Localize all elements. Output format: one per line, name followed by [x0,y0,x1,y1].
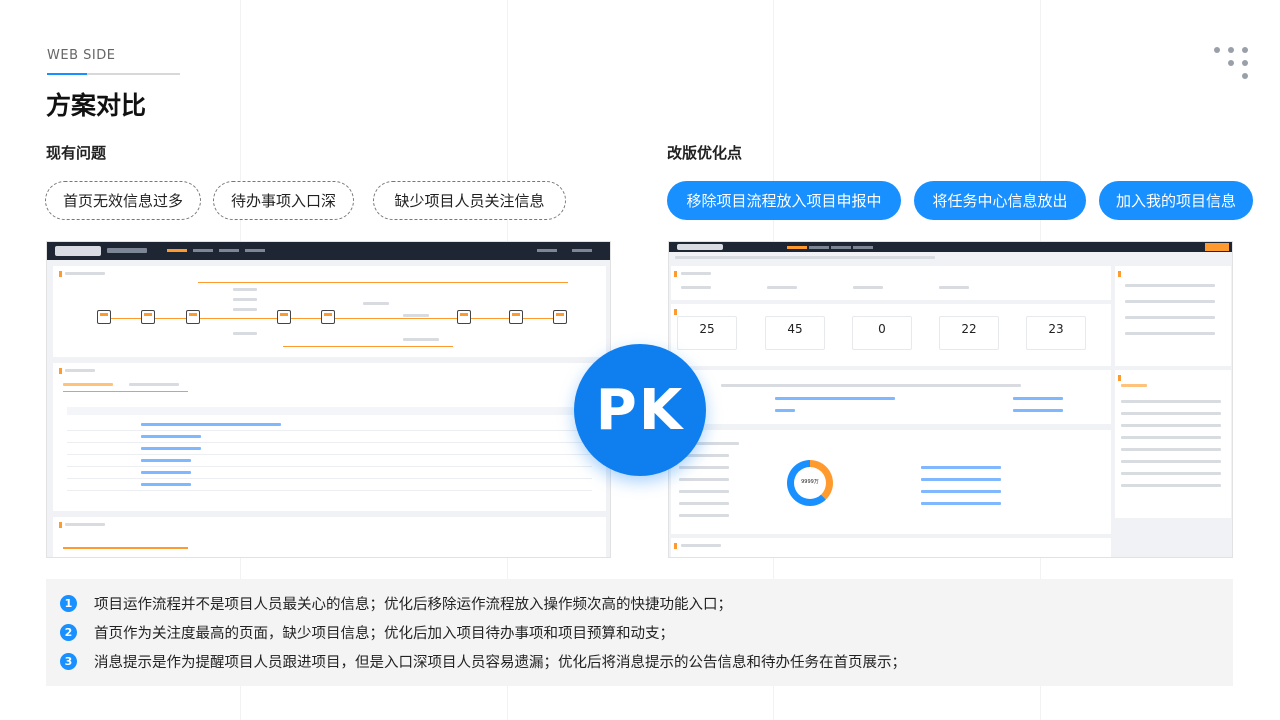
flow-node-icon [321,310,335,324]
dots-decoration-icon [1212,45,1252,85]
quick-actions-panel [671,266,1111,300]
announcements-panel [1115,266,1231,366]
eyebrow-label: WEB SIDE [47,48,116,63]
notes-box: 1 项目运作流程并不是项目人员最关心的信息；优化后移除运作流程放入操作频次高的快… [46,579,1233,686]
optimization-tag: 将任务中心信息放出 [914,181,1086,220]
optimization-heading: 改版优化点 [667,144,743,162]
review-meetings-panel [671,538,1111,557]
optimization-tag: 移除项目流程放入项目申报中 [667,181,901,220]
pending-stat: 23 [1026,316,1086,350]
number-badge-icon: 2 [60,623,77,641]
old-homepage-screenshot [46,241,611,558]
budget-panel: 9999万 [671,430,1111,534]
flow-node-icon [509,310,523,324]
current-issues-heading: 现有问题 [46,144,107,162]
issue-tag: 首页无效信息过多 [45,181,201,220]
optimization-tag: 加入我的项目信息 [1099,181,1253,220]
process-flow-panel [53,266,606,357]
flow-node-icon [186,310,200,324]
screen-topbar [669,242,1232,252]
bank-logo [677,244,723,250]
flow-node-icon [97,310,111,324]
note-item: 1 项目运作流程并不是项目人员最关心的信息；优化后移除运作流程放入操作频次高的快… [60,592,732,614]
my-projects-panel [53,363,606,511]
number-badge-icon: 3 [60,652,77,670]
bank-logo [55,246,101,256]
issue-tag: 待办事项入口深 [213,181,354,220]
flow-node-icon [277,310,291,324]
flow-node-icon [457,310,471,324]
screen-topbar [47,242,610,260]
eyebrow-underline [47,73,180,75]
pending-stat: 25 [677,316,737,350]
new-homepage-screenshot: 25 45 0 22 23 9999万 [668,241,1233,558]
flow-node-icon [553,310,567,324]
issue-tag: 缺少项目人员关注信息 [373,181,566,220]
pending-items-panel: 25 45 0 22 23 [671,304,1111,366]
pk-badge: PK [574,344,706,476]
flow-node-icon [141,310,155,324]
my-tasks-panel [1115,370,1231,518]
review-meetings-panel [53,517,606,557]
pending-stat: 45 [765,316,825,350]
project-todo-panel [671,370,1111,424]
note-item: 3 消息提示是作为提醒项目人员跟进项目，但是入口深项目人员容易遗漏；优化后将消息… [60,650,906,672]
number-badge-icon: 1 [60,594,77,612]
note-item: 2 首页作为关注度最高的页面，缺少项目信息；优化后加入项目待办事项和项目预算和动… [60,621,674,643]
pending-stat: 22 [939,316,999,350]
pending-stat: 0 [852,316,912,350]
page-title: 方案对比 [46,91,147,120]
